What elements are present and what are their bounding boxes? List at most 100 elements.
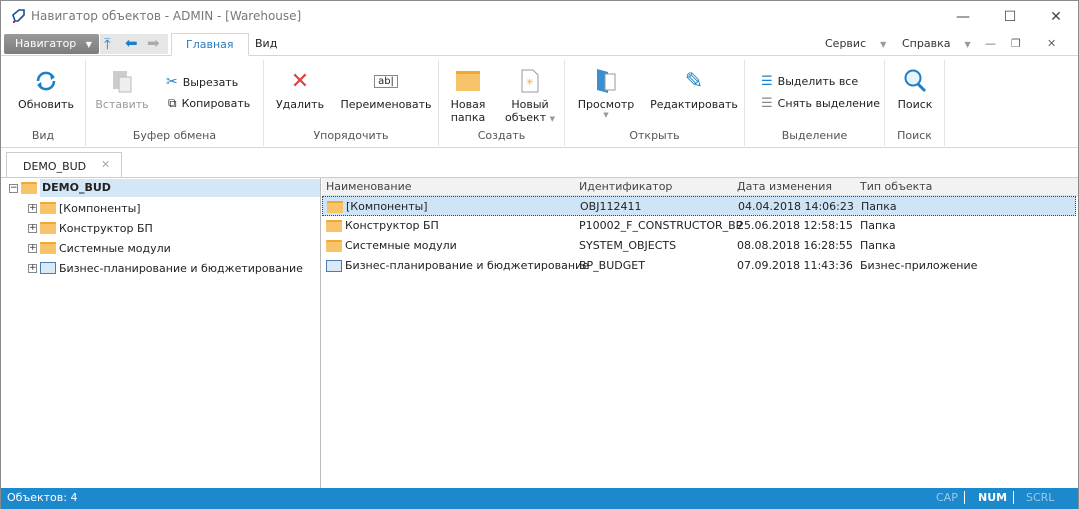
- folder-icon: [326, 220, 342, 232]
- cell-id: OBJ112411: [580, 200, 642, 213]
- tree-item[interactable]: + [Компоненты]: [28, 198, 141, 218]
- cell-name: Бизнес-планирование и бюджетирование: [345, 259, 589, 272]
- back-arrow-icon[interactable]: ⬅: [125, 34, 138, 52]
- tab-view[interactable]: Вид: [241, 33, 291, 56]
- ribbon-close-button[interactable]: ✕: [1047, 34, 1056, 54]
- document-tab[interactable]: DEMO_BUD ✕: [6, 152, 122, 178]
- delete-button[interactable]: ✕ Удалить: [272, 64, 328, 112]
- group-selection: ☰ Выделить все ☰ Снять выделение Выделение: [745, 60, 885, 146]
- scissors-icon: ✂: [166, 74, 178, 90]
- business-app-icon: [326, 260, 342, 272]
- rename-icon-text: ab|: [374, 74, 398, 88]
- maximize-button[interactable]: ☐: [990, 5, 1030, 29]
- service-menu[interactable]: Сервис ▼: [825, 34, 886, 55]
- rename-button[interactable]: ab| Переименовать: [338, 64, 434, 111]
- new-object-button[interactable]: ✳ Новый объект ▼: [501, 64, 559, 124]
- group-label: Буфер обмена: [132, 129, 217, 142]
- view-button[interactable]: Просмотр ▼: [571, 64, 641, 119]
- group-open: Просмотр ▼ ✎ Редактировать Открыть: [565, 60, 745, 146]
- tree-item[interactable]: + Конструктор БП: [28, 218, 153, 238]
- refresh-label: Обновить: [18, 98, 74, 111]
- go-up-icon[interactable]: ⤒: [104, 35, 111, 53]
- ribbon-minimize-button[interactable]: —: [985, 34, 996, 54]
- new-object-label-2: объект: [505, 111, 547, 124]
- deselect-button[interactable]: ☰ Снять выделение: [761, 96, 880, 111]
- group-search: Поиск Поиск: [885, 60, 945, 146]
- navigator-menu-button[interactable]: Навигатор ▼: [4, 34, 99, 54]
- edit-button[interactable]: ✎ Редактировать: [649, 64, 739, 112]
- chevron-down-icon: ▼: [880, 40, 887, 49]
- group-label: Открыть: [629, 129, 680, 142]
- group-view: Обновить Вид: [1, 60, 86, 146]
- cell-name: [Компоненты]: [346, 200, 428, 213]
- search-button[interactable]: Поиск: [890, 64, 940, 111]
- close-tab-icon[interactable]: ✕: [101, 158, 110, 171]
- tree-item-label: Бизнес-планирование и бюджетирование: [59, 261, 303, 275]
- window-title: Навигатор объектов - ADMIN - [Warehouse]: [31, 9, 302, 23]
- table-row[interactable]: Бизнес-планирование и бюджетирование BP_B…: [322, 256, 1076, 276]
- column-header-name[interactable]: Наименование: [326, 180, 411, 193]
- cut-label: Вырезать: [182, 75, 239, 89]
- help-menu[interactable]: Справка ▼: [902, 34, 971, 55]
- business-app-icon: [40, 262, 56, 274]
- group-create: Новая папка ✳ Новый объект ▼ Создать: [439, 60, 565, 146]
- expand-icon[interactable]: +: [28, 243, 37, 253]
- column-header-type[interactable]: Тип объекта: [860, 180, 932, 193]
- rename-icon: ab|: [338, 64, 434, 98]
- new-folder-button[interactable]: Новая папка: [445, 64, 491, 124]
- tree-root[interactable]: − DEMO_BUD: [9, 178, 320, 198]
- object-list: Наименование Идентификатор Дата изменени…: [322, 178, 1078, 489]
- tab-home[interactable]: Главная: [171, 33, 249, 56]
- table-row[interactable]: Конструктор БП P10002_F_CONSTRUCTOR_BP 25.…: [322, 216, 1076, 236]
- collapse-icon[interactable]: −: [9, 183, 18, 193]
- tree-item-label: [Компоненты]: [59, 201, 141, 215]
- folder-icon: [445, 64, 491, 98]
- expand-icon[interactable]: +: [28, 263, 37, 273]
- expand-icon[interactable]: +: [28, 203, 37, 213]
- paste-button[interactable]: Вставить: [94, 64, 150, 111]
- new-object-label-1: Новый: [511, 98, 549, 111]
- new-folder-label-2: папка: [450, 111, 486, 124]
- column-header-id[interactable]: Идентификатор: [579, 180, 672, 193]
- select-all-button[interactable]: ☰ Выделить все: [761, 74, 858, 89]
- chevron-down-icon: ▼: [603, 111, 609, 119]
- cell-name: Конструктор БП: [345, 219, 439, 232]
- rename-label: Переименовать: [340, 98, 432, 111]
- cell-id: BP_BUDGET: [579, 259, 645, 272]
- cell-id: SYSTEM_OBJECTS: [579, 239, 677, 252]
- copy-label: Копировать: [181, 97, 251, 110]
- cell-date: 25.06.2018 12:58:15: [737, 219, 853, 232]
- delete-x-icon: ✕: [290, 68, 310, 94]
- minimize-button[interactable]: —: [943, 5, 983, 29]
- cell-date: 04.04.2018 14:06:23: [738, 200, 854, 213]
- copy-button[interactable]: ⧉ Копировать: [168, 96, 250, 111]
- tree-item[interactable]: + Системные модули: [28, 238, 171, 258]
- ribbon-restore-button[interactable]: ❐: [1011, 34, 1021, 54]
- scroll-indicator: SCRL: [1013, 491, 1054, 504]
- tree-item[interactable]: + Бизнес-планирование и бюджетирование: [28, 258, 303, 278]
- folder-icon: [326, 240, 342, 252]
- search-label: Поиск: [897, 98, 933, 111]
- edit-label: Редактировать: [650, 98, 738, 111]
- tree-item-label: Системные модули: [59, 241, 171, 255]
- refresh-button[interactable]: Обновить: [11, 64, 81, 111]
- cell-type: Бизнес-приложение: [860, 259, 978, 272]
- view-document-icon: [571, 64, 641, 98]
- close-button[interactable]: ✕: [1036, 5, 1076, 29]
- status-bar: Объектов: 4 CAP NUM SCRL: [1, 488, 1078, 509]
- nav-toolbar: ⤒ ⬅ ➡: [100, 34, 168, 54]
- content-area: − DEMO_BUD + [Компоненты] + Конструктор БП …: [1, 177, 1078, 489]
- column-header-date[interactable]: Дата изменения: [737, 180, 832, 193]
- table-row[interactable]: [Компоненты] OBJ112411 04.04.2018 14:06:23…: [322, 196, 1076, 216]
- expand-icon[interactable]: +: [28, 223, 37, 233]
- table-row[interactable]: Системные модули SYSTEM_OBJECTS 08.08.2018…: [322, 236, 1076, 256]
- deselect-label: Снять выделение: [777, 97, 880, 110]
- service-label: Сервис: [825, 37, 867, 50]
- pencil-icon: ✎: [684, 68, 704, 94]
- cell-type: Папка: [860, 239, 896, 252]
- cut-button[interactable]: ✂ Вырезать: [166, 74, 238, 90]
- chevron-down-icon: ▼: [85, 40, 92, 49]
- deselect-icon: ☰: [761, 96, 773, 111]
- caps-indicator: CAP: [936, 491, 958, 504]
- cell-id: P10002_F_CONSTRUCTOR_BP: [579, 219, 743, 232]
